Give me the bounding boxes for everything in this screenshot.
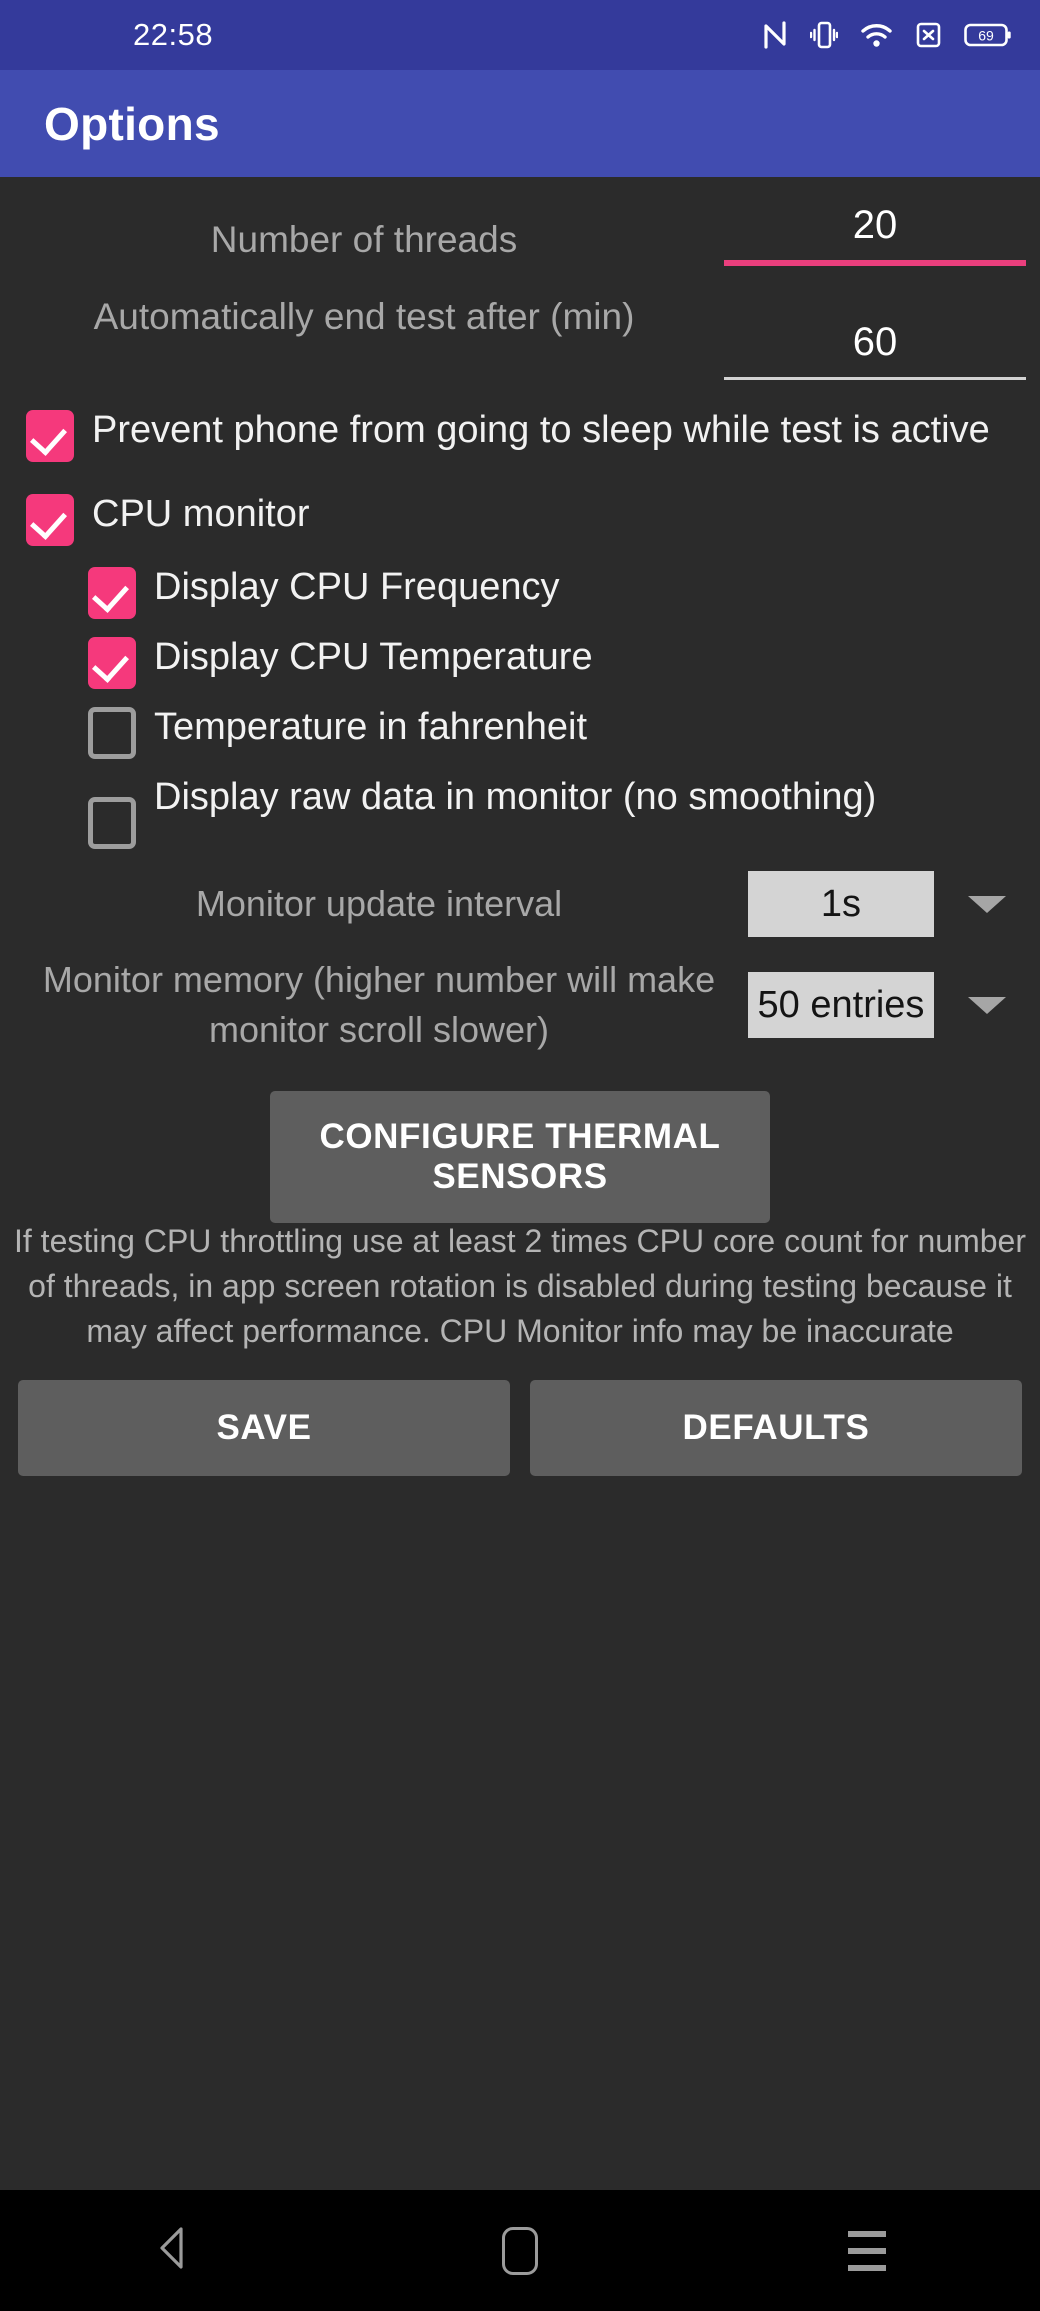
system-navigation-bar [0, 2186, 1040, 2311]
threads-input-wrap[interactable]: 20 [724, 195, 1026, 266]
autoend-input[interactable]: 60 [724, 320, 1026, 377]
field-row-autoend: Automatically end test after (min) 60 [0, 282, 1040, 380]
recents-icon [847, 2230, 886, 2271]
save-button[interactable]: SAVE [18, 1380, 510, 1476]
configure-thermal-sensors-button[interactable]: CONFIGURE THERMAL SENSORS [270, 1091, 770, 1223]
checkbox-row-cpu-temperature[interactable]: Display CPU Temperature [0, 631, 1040, 689]
spinner-update-interval[interactable]: 1s [748, 871, 934, 937]
autoend-underline [724, 377, 1026, 380]
threads-label: Number of threads [210, 219, 518, 260]
spinner-label-monitor-memory: Monitor memory (higher number will make … [42, 959, 716, 1050]
options-content: Number of threads 20 Automatically end t… [0, 177, 1040, 2105]
checkbox-raw-data[interactable] [88, 797, 136, 849]
status-icon-group: 69 [762, 20, 1012, 50]
checkbox-prevent-sleep[interactable] [26, 410, 74, 462]
checkbox-row-fahrenheit[interactable]: Temperature in fahrenheit [0, 701, 1040, 759]
checkbox-label-cpu-monitor: CPU monitor [92, 493, 310, 535]
spinner-row-monitor-memory: Monitor memory (higher number will make … [0, 955, 1040, 1055]
page-title: Options [44, 97, 220, 150]
app-bar: Options [0, 70, 1040, 177]
thermal-button-wrap: CONFIGURE THERMAL SENSORS [0, 1091, 1040, 1223]
chevron-down-icon-monitor-memory[interactable] [968, 996, 1006, 1014]
checkbox-label-cpu-temperature: Display CPU Temperature [154, 636, 593, 678]
spinner-label-update-interval: Monitor update interval [195, 883, 563, 924]
checkbox-label-raw-data: Display raw data in monitor (no smoothin… [154, 776, 877, 818]
checkbox-cpu-monitor[interactable] [26, 494, 74, 546]
threads-input[interactable]: 20 [724, 203, 1026, 260]
battery-icon: 69 [964, 20, 1012, 50]
nfc-icon [762, 20, 788, 50]
autoend-label: Automatically end test after (min) [93, 296, 635, 337]
checkbox-row-cpu-monitor[interactable]: CPU monitor [0, 488, 1040, 546]
status-bar: 22:58 69 [0, 0, 1040, 70]
back-icon [150, 2223, 196, 2278]
autoend-input-wrap[interactable]: 60 [724, 282, 1026, 380]
bottom-button-bar: SAVE DEFAULTS [0, 1380, 1040, 1476]
svg-text:69: 69 [978, 28, 994, 44]
footnote-text: If testing CPU throttling use at least 2… [14, 1223, 1026, 1349]
checkbox-fahrenheit[interactable] [88, 707, 136, 759]
wifi-icon [860, 20, 893, 50]
spinner-row-update-interval: Monitor update interval 1s [0, 871, 1040, 937]
checkbox-row-cpu-frequency[interactable]: Display CPU Frequency [0, 561, 1040, 619]
phone-screen: 22:58 69 Options Number of threads 20 Au… [0, 0, 1040, 2311]
vibrate-icon [810, 20, 838, 50]
checkbox-cpu-temperature[interactable] [88, 637, 136, 689]
checkbox-label-cpu-frequency: Display CPU Frequency [154, 566, 560, 608]
status-clock: 22:58 [133, 17, 214, 52]
nav-home-button[interactable] [430, 2226, 610, 2275]
checkbox-row-raw-data[interactable]: Display raw data in monitor (no smoothin… [0, 771, 1040, 849]
nav-back-button[interactable] [83, 2223, 263, 2278]
checkbox-label-prevent-sleep: Prevent phone from going to sleep while … [92, 409, 990, 451]
home-icon [501, 2226, 538, 2275]
field-row-threads: Number of threads 20 [0, 195, 1040, 266]
chevron-down-icon-update-interval[interactable] [968, 895, 1006, 913]
nav-recents-button[interactable] [777, 2230, 957, 2271]
threads-underline [724, 260, 1026, 266]
spinner-monitor-memory[interactable]: 50 entries [748, 972, 934, 1038]
sim-disabled-icon [915, 20, 942, 50]
checkbox-row-prevent-sleep[interactable]: Prevent phone from going to sleep while … [0, 404, 1040, 462]
checkbox-label-fahrenheit: Temperature in fahrenheit [154, 706, 588, 748]
checkbox-cpu-frequency[interactable] [88, 567, 136, 619]
defaults-button[interactable]: DEFAULTS [530, 1380, 1022, 1476]
